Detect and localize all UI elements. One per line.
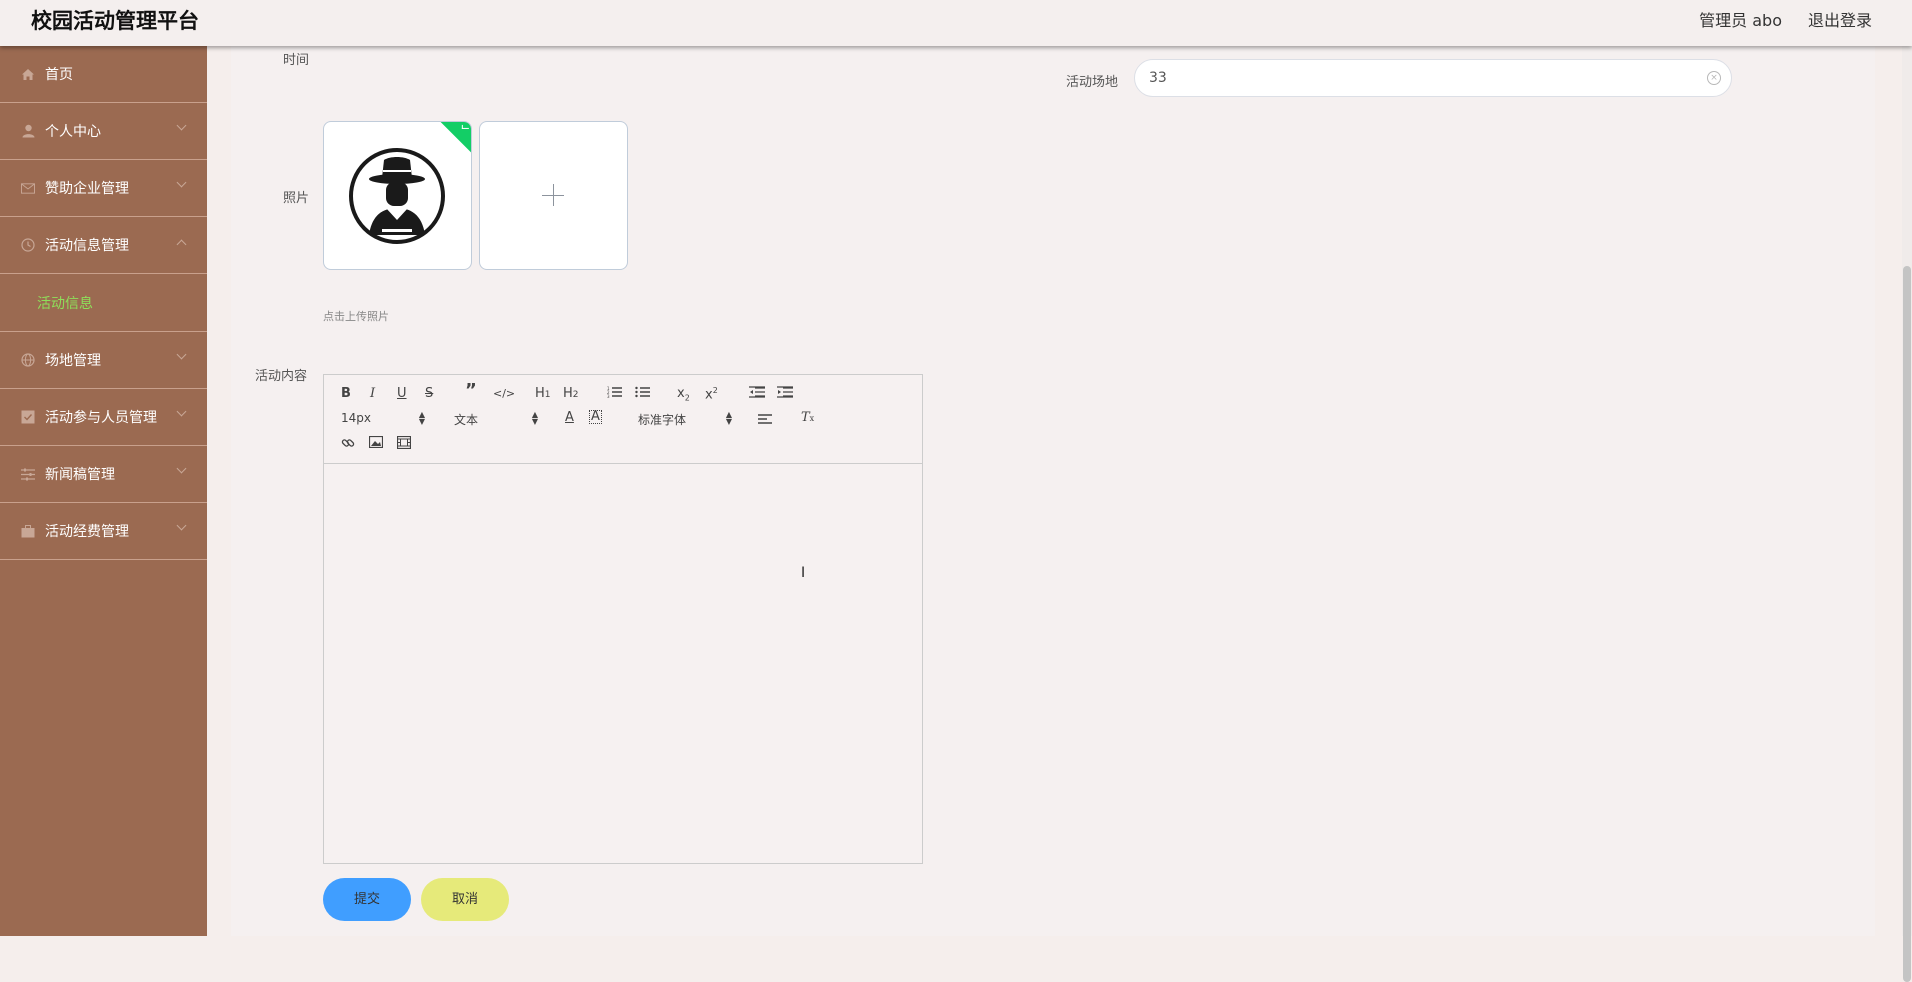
sidebar-item-home[interactable]: 首页 xyxy=(0,46,207,103)
superscript-icon[interactable]: x2 xyxy=(705,383,718,403)
ordered-list-icon[interactable]: 123 xyxy=(607,386,623,403)
sidebar-item-profile[interactable]: 个人中心 xyxy=(0,103,207,160)
link-icon[interactable] xyxy=(341,436,355,455)
underline-icon[interactable]: U xyxy=(397,386,407,402)
subscript-icon[interactable]: x2 xyxy=(677,386,690,407)
sidebar-item-label: 新闻稿管理 xyxy=(45,467,115,483)
font-size-select[interactable]: 14px ▲ ▼ xyxy=(341,411,425,427)
select-arrows-icon: ▲ ▼ xyxy=(725,410,732,426)
sidebar-item-label: 个人中心 xyxy=(45,124,101,140)
header-select[interactable]: 文本 ▲ ▼ xyxy=(454,410,538,428)
chevron-down-icon xyxy=(176,520,187,531)
venue-label: 活动场地 xyxy=(1066,75,1119,90)
editor-content-area[interactable] xyxy=(324,464,922,863)
sidebar-item-venues[interactable]: 场地管理 xyxy=(0,332,207,389)
header-select-value: 文本 xyxy=(454,413,479,427)
chevron-down-icon xyxy=(176,406,187,417)
video-icon[interactable] xyxy=(396,435,412,454)
venue-value: 33 xyxy=(1149,70,1167,86)
strikethrough-icon[interactable]: S xyxy=(425,386,433,402)
clear-format-icon[interactable]: Tx xyxy=(801,410,814,427)
scrollbar-thumb[interactable] xyxy=(1903,266,1911,982)
font-family-value: 标准字体 xyxy=(638,413,687,427)
sidebar-item-press[interactable]: 新闻稿管理 xyxy=(0,446,207,503)
sidebar-item-sponsors[interactable]: 赞助企业管理 xyxy=(0,160,207,217)
top-bar: 校园活动管理平台 管理员 abo 退出登录 xyxy=(0,0,1912,46)
venue-input[interactable]: 33 × xyxy=(1134,59,1732,97)
content-label: 活动内容 xyxy=(255,369,308,384)
chevron-down-icon xyxy=(176,349,187,360)
italic-icon[interactable]: I xyxy=(370,386,375,402)
clear-icon[interactable]: × xyxy=(1707,71,1721,85)
bold-icon[interactable]: B xyxy=(341,386,351,402)
cancel-button[interactable]: 取消 xyxy=(421,878,509,921)
photo-upload-hint: 点击上传照片 xyxy=(323,310,389,323)
current-user: 管理员 abo xyxy=(1699,11,1782,30)
detective-logo-image xyxy=(349,148,445,244)
user-icon xyxy=(21,124,35,138)
indent-icon[interactable] xyxy=(777,386,793,403)
align-icon[interactable] xyxy=(758,413,772,430)
photo-upload-button[interactable] xyxy=(479,121,628,270)
chevron-down-icon xyxy=(176,463,187,474)
font-size-value: 14px xyxy=(341,411,371,425)
header-2-icon[interactable]: H2 xyxy=(563,386,579,403)
svg-text:3: 3 xyxy=(607,394,610,398)
uploaded-photo-thumbnail[interactable] xyxy=(323,121,472,270)
sidebar-item-label: 首页 xyxy=(45,67,73,83)
sidebar: 首页 个人中心 赞助企业管理 活动信息管理 活动信息 场地管理 活动参与人员管理 xyxy=(0,46,207,936)
sidebar-item-funding[interactable]: 活动经费管理 xyxy=(0,503,207,560)
chevron-up-icon xyxy=(176,239,187,250)
page-scrollbar[interactable] xyxy=(1902,46,1912,982)
select-arrows-icon: ▲ ▼ xyxy=(531,410,538,426)
blockquote-icon[interactable]: ” xyxy=(465,382,477,400)
logout-link[interactable]: 退出登录 xyxy=(1808,7,1872,31)
photo-label: 照片 xyxy=(283,191,310,206)
sidebar-item-label: 场地管理 xyxy=(45,353,101,369)
sidebar-item-label: 赞助企业管理 xyxy=(45,181,129,197)
chevron-down-icon xyxy=(176,120,187,131)
app-title: 校园活动管理平台 xyxy=(31,9,199,33)
chevron-down-icon xyxy=(176,177,187,188)
bullet-list-icon[interactable] xyxy=(635,386,651,403)
outdent-icon[interactable] xyxy=(749,386,765,403)
clock-icon xyxy=(21,238,35,252)
checkbox-icon xyxy=(21,410,35,424)
globe-icon xyxy=(21,353,35,367)
plus-icon-vertical xyxy=(553,184,554,206)
sidebar-item-participants[interactable]: 活动参与人员管理 xyxy=(0,389,207,446)
sliders-icon xyxy=(21,467,35,481)
sidebar-item-label: 活动参与人员管理 xyxy=(45,410,157,426)
rich-text-editor: B I U S ” </> H1 H2 123 x2 x2 14px ▲ ▼ 文本… xyxy=(323,374,923,864)
time-label: 时间 xyxy=(283,53,310,68)
mail-icon xyxy=(21,181,35,195)
header-1-icon[interactable]: H1 xyxy=(535,386,551,403)
home-icon xyxy=(21,67,35,81)
editor-toolbar: B I U S ” </> H1 H2 123 x2 x2 14px ▲ ▼ 文本… xyxy=(324,375,922,464)
code-block-icon[interactable]: </> xyxy=(493,386,515,402)
text-color-icon[interactable]: A xyxy=(565,410,574,426)
background-color-icon[interactable]: A xyxy=(589,410,602,424)
sidebar-item-activity-management[interactable]: 活动信息管理 xyxy=(0,217,207,274)
sidebar-subitem-activity-info[interactable]: 活动信息 xyxy=(0,274,207,332)
image-icon[interactable] xyxy=(368,435,384,453)
font-family-select[interactable]: 标准字体 ▲ ▼ xyxy=(638,410,732,428)
text-cursor-icon: I xyxy=(801,565,806,581)
submit-button[interactable]: 提交 xyxy=(323,878,411,921)
select-arrows-icon: ▲ ▼ xyxy=(418,410,425,426)
sidebar-item-label: 活动信息管理 xyxy=(45,238,129,254)
briefcase-icon xyxy=(21,524,35,538)
sidebar-item-label: 活动经费管理 xyxy=(45,524,129,540)
